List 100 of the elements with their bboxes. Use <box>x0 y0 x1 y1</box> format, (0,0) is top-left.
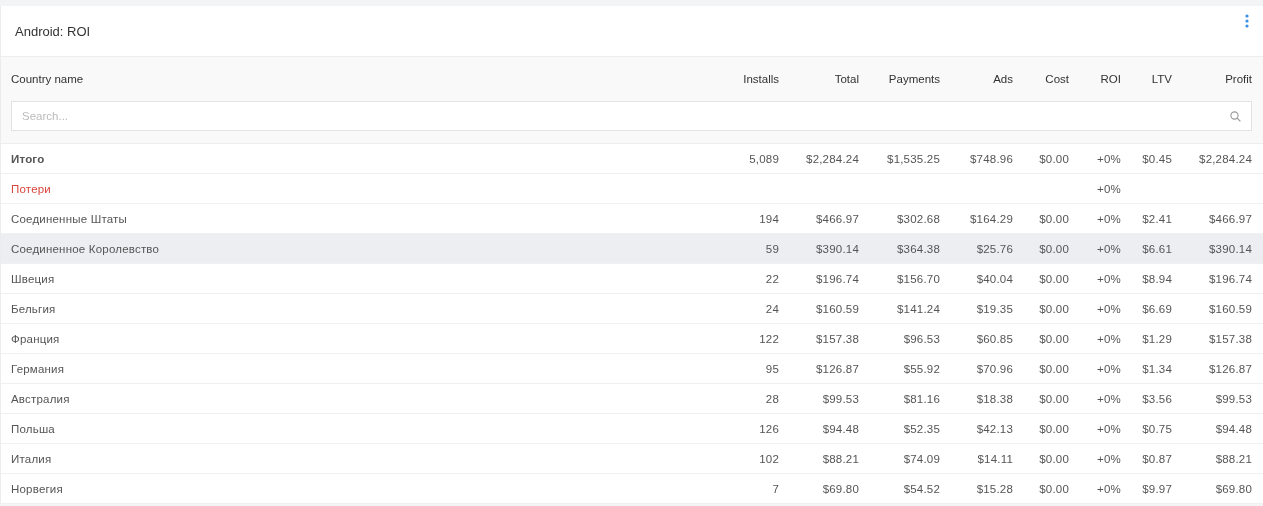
table-row[interactable]: Соединенное Королевство 59 $390.14 $364.38 $25.76 $0.00 +0% $6.61 $390.14 <box>1 234 1263 264</box>
column-header[interactable]: Payments <box>888 73 940 85</box>
table-cell-text: 194 <box>758 212 779 225</box>
table-cell-text: $157.38 <box>815 332 859 345</box>
table-row[interactable]: Франция 122 $157.38 $96.53 $60.85 $0.00 +0% $1.29 $157.38 <box>1 324 1263 354</box>
column-header[interactable]: Installs <box>743 73 779 85</box>
country-cell-text: Норвегия <box>11 482 64 495</box>
table-row[interactable]: Германия 95 $126.87 $55.92 $70.96 $0.00 +0% $1.34 $126.87 <box>1 354 1263 384</box>
table-cell-text: $88.21 <box>1214 452 1252 465</box>
table-cell-text: $1.34 <box>1141 362 1172 375</box>
table-cell-text: +0% <box>1096 362 1121 375</box>
column-header[interactable]: Ads <box>993 73 1013 85</box>
column-header[interactable]: ROI <box>1100 73 1121 85</box>
table-cell-text: +0% <box>1096 302 1121 315</box>
table-cell-text: $60.85 <box>975 332 1013 345</box>
table-cell-text: 126 <box>758 422 779 435</box>
column-header[interactable]: Total <box>834 73 859 85</box>
table-cell-text: +0% <box>1096 482 1121 495</box>
table-row[interactable]: Польша 126 $94.48 $52.35 $42.13 $0.00 +0% $0.75 $94.48 <box>1 414 1263 444</box>
table-cell-text: $40.04 <box>975 272 1013 285</box>
table-cell-text: 24 <box>764 302 779 315</box>
table-cell-text: $196.74 <box>815 272 859 285</box>
country-cell-text: Польша <box>11 422 56 435</box>
table-cell-text: $196.74 <box>1208 272 1252 285</box>
table-cell-text: $0.00 <box>1038 422 1069 435</box>
table-cell-text: $54.52 <box>902 482 940 495</box>
table-row[interactable]: Италия 102 $88.21 $74.09 $14.11 $0.00 +0% $0.87 $88.21 <box>1 444 1263 474</box>
table-cell-text: $0.00 <box>1038 452 1069 465</box>
table-cell-text: $74.09 <box>902 452 940 465</box>
table-cell-text: $70.96 <box>975 362 1013 375</box>
table-cell-text: $302.68 <box>896 212 940 225</box>
table-cell-text: $69.80 <box>1214 482 1252 495</box>
table-cell-text: $164.29 <box>969 212 1013 225</box>
table-cell-text: 5,089 <box>748 152 779 165</box>
country-cell-text: Франция <box>11 332 61 345</box>
table-cell-text: $94.48 <box>1214 422 1252 435</box>
table-cell-text: +0% <box>1096 332 1121 345</box>
table-cell-text: $0.00 <box>1038 212 1069 225</box>
table-cell-text: +0% <box>1096 152 1121 165</box>
column-header[interactable]: LTV <box>1151 73 1172 85</box>
column-header[interactable]: Cost <box>1045 73 1069 85</box>
table-cell-text: $157.38 <box>1208 332 1252 345</box>
table-cell-text: $19.35 <box>975 302 1013 315</box>
table-row[interactable]: Швеция 22 $196.74 $156.70 $40.04 $0.00 +0% $8.94 $196.74 <box>1 264 1263 294</box>
table-cell-text: +0% <box>1096 182 1121 195</box>
table-cell-text: +0% <box>1096 452 1121 465</box>
table-row[interactable]: Бельгия 24 $160.59 $141.24 $19.35 $0.00 +0% $6.69 $160.59 <box>1 294 1263 324</box>
table-cell-text: $1.29 <box>1141 332 1172 345</box>
table-cell-text: $96.53 <box>902 332 940 345</box>
table-cell-text: $2,284.24 <box>805 152 859 165</box>
table-cell-text: $126.87 <box>1208 362 1252 375</box>
table-cell-text: $9.97 <box>1141 482 1172 495</box>
table-cell-text: $69.80 <box>821 482 859 495</box>
table-cell-text: $0.00 <box>1038 362 1069 375</box>
country-cell-text: Потери <box>11 182 52 195</box>
table-cell-text: $390.14 <box>1208 242 1252 255</box>
country-cell-text: Австралия <box>11 392 71 405</box>
country-cell-text: Германия <box>11 362 66 375</box>
table-cell-text: +0% <box>1096 212 1121 225</box>
table-cell-text: $3.56 <box>1141 392 1172 405</box>
country-cell-text: Швеция <box>11 272 56 285</box>
table-cell-text: $466.97 <box>815 212 859 225</box>
table-cell-text: +0% <box>1096 392 1121 405</box>
table-cell-text: $160.59 <box>815 302 859 315</box>
table-cell-text: $81.16 <box>902 392 940 405</box>
table-cell-text: $8.94 <box>1141 272 1172 285</box>
table-row[interactable]: Норвегия 7 $69.80 $54.52 $15.28 $0.00 +0% $9.97 $69.80 <box>1 474 1263 504</box>
country-cell-text: Соединенные Штаты <box>11 212 129 225</box>
country-cell-text: Итого <box>11 152 46 165</box>
table-cell-text: $14.11 <box>976 452 1013 465</box>
table-cell-text: $25.76 <box>975 242 1013 255</box>
table-row[interactable]: Австралия 28 $99.53 $81.16 $18.38 $0.00 +0% $3.56 $99.53 <box>1 384 1263 414</box>
country-cell-text: Соединенное Королевство <box>11 242 161 255</box>
table-cell-text: $1,535.25 <box>886 152 940 165</box>
table-cell-text: $2.41 <box>1141 212 1172 225</box>
table-cell-text: 28 <box>764 392 779 405</box>
table-cell-text: $99.53 <box>821 392 859 405</box>
table-cell-text: $55.92 <box>902 362 940 375</box>
column-header[interactable]: Country name <box>11 73 84 85</box>
table-cell-text: $6.69 <box>1141 302 1172 315</box>
search-icon <box>1230 111 1241 122</box>
table-row[interactable]: Потери +0% <box>1 174 1263 204</box>
column-header[interactable]: Profit <box>1225 73 1252 85</box>
table-cell-text: $0.00 <box>1038 242 1069 255</box>
table-cell-text: $52.35 <box>902 422 940 435</box>
table-cell-text: 7 <box>771 482 779 495</box>
table-cell-text: $0.00 <box>1038 302 1069 315</box>
table-cell-text: +0% <box>1096 272 1121 285</box>
more-menu-icon[interactable] <box>1245 14 1249 28</box>
table-cell-text: 102 <box>758 452 779 465</box>
table-cell-text: $18.38 <box>975 392 1013 405</box>
table-cell-text: $0.00 <box>1038 332 1069 345</box>
country-cell-text: Италия <box>11 452 53 465</box>
table-cell-text: $2,284.24 <box>1198 152 1252 165</box>
search-field[interactable]: Search... <box>11 101 1252 131</box>
table-cell-text: 22 <box>764 272 779 285</box>
country-cell-text: Бельгия <box>11 302 57 315</box>
table-row[interactable]: Итого 5,089 $2,284.24 $1,535.25 $748.96 $0.00 +0% $0.45 $2,284.24 <box>1 144 1263 174</box>
table-cell-text: $390.14 <box>815 242 859 255</box>
table-cell-text: $6.61 <box>1141 242 1172 255</box>
